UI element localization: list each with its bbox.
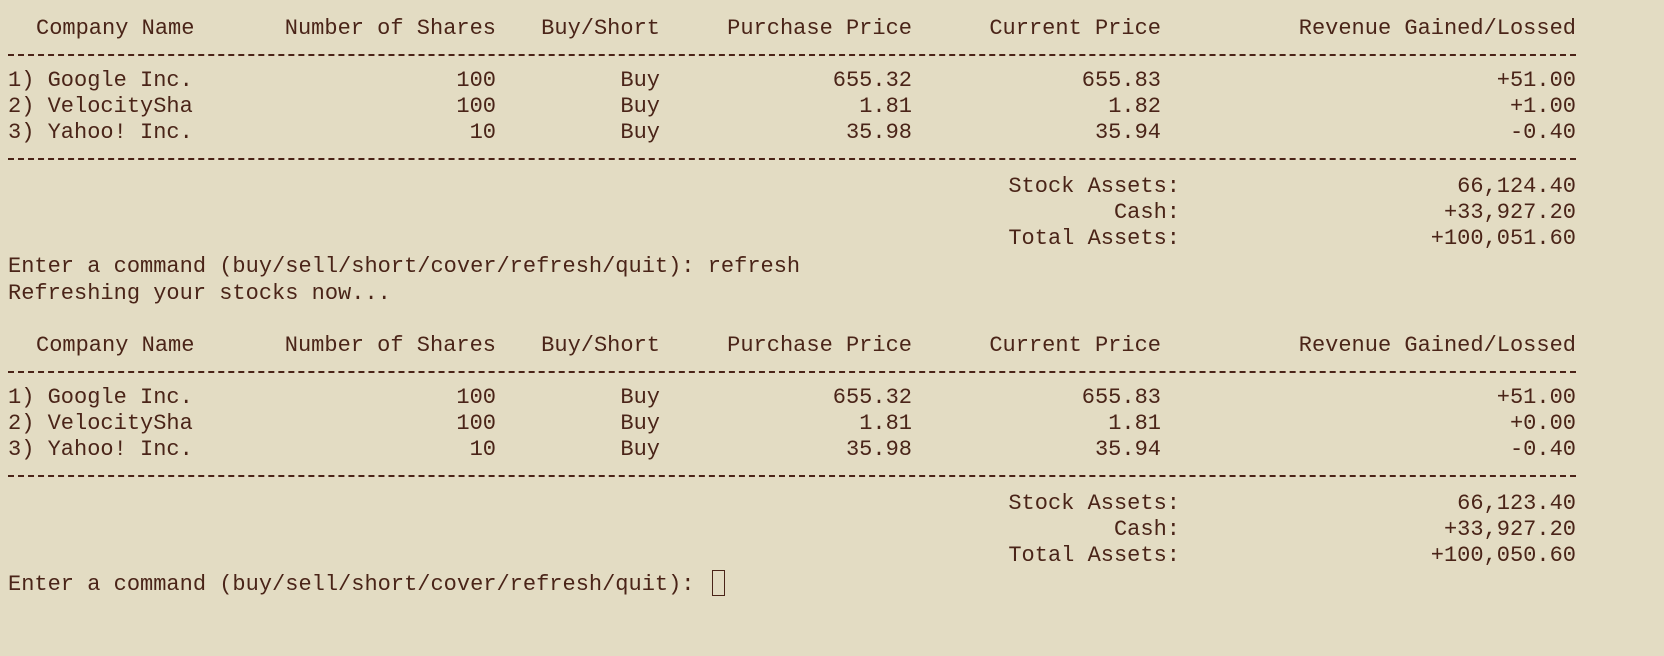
- cell-revenue: +1.00: [1509, 94, 1576, 119]
- cell-revenue: +51.00: [1496, 68, 1576, 93]
- cell-buy-short: Buy: [620, 94, 660, 119]
- summary-label-cash: Cash:: [1113, 517, 1180, 542]
- header-purchase-price: Purchase Price: [727, 333, 912, 358]
- summary-value-stock-assets: 66,124.40: [1457, 174, 1576, 199]
- summary-row: Stock Assets: 66,123.40: [0, 491, 1664, 517]
- cell-company: 2) VelocitySha: [8, 94, 193, 119]
- table-row: 3) Yahoo! Inc. 10 Buy 35.98 35.94 -0.40: [0, 437, 1664, 463]
- header-current-price: Current Price: [989, 333, 1161, 358]
- divider: [0, 463, 1664, 489]
- header-shares: Number of Shares: [284, 333, 496, 358]
- cell-current-price: 1.82: [1108, 94, 1161, 119]
- cell-purchase-price: 35.98: [845, 120, 912, 145]
- cell-current-price: 1.81: [1108, 411, 1161, 436]
- header-revenue: Revenue Gained/Lossed: [1298, 333, 1576, 358]
- cell-revenue: +0.00: [1509, 411, 1576, 436]
- header-buy-short: Buy/Short: [541, 333, 660, 358]
- cell-buy-short: Buy: [620, 411, 660, 436]
- summary-row: Stock Assets: 66,124.40: [0, 174, 1664, 200]
- cell-shares: 100: [456, 411, 496, 436]
- divider: [0, 359, 1664, 385]
- header-company: Company Name: [36, 333, 195, 358]
- summary-row: Total Assets: +100,051.60: [0, 226, 1664, 252]
- cell-current-price: 35.94: [1094, 120, 1161, 145]
- cell-company: 3) Yahoo! Inc.: [8, 437, 193, 462]
- header-revenue: Revenue Gained/Lossed: [1298, 16, 1576, 41]
- cell-buy-short: Buy: [620, 68, 660, 93]
- summary-value-cash: +33,927.20: [1443, 517, 1576, 542]
- command-prompt: Enter a command (buy/sell/short/cover/re…: [8, 254, 801, 279]
- cell-current-price: 35.94: [1094, 437, 1161, 462]
- text-cursor[interactable]: [711, 570, 725, 596]
- cell-shares: 10: [469, 120, 496, 145]
- table-row: 2) VelocitySha 100 Buy 1.81 1.81 +0.00: [0, 411, 1664, 437]
- summary-value-total-assets: +100,051.60: [1430, 226, 1576, 251]
- terminal-window: Company Name Number of Shares Buy/Short …: [0, 0, 1664, 656]
- summary-row: Cash: +33,927.20: [0, 200, 1664, 226]
- summary-label-total-assets: Total Assets:: [1008, 543, 1180, 568]
- cell-purchase-price: 655.32: [832, 68, 912, 93]
- command-line: Enter a command (buy/sell/short/cover/re…: [0, 254, 1664, 280]
- cell-purchase-price: 35.98: [845, 437, 912, 462]
- header-buy-short: Buy/Short: [541, 16, 660, 41]
- command-prompt: Enter a command (buy/sell/short/cover/re…: [8, 572, 708, 597]
- output-line: Refreshing your stocks now...: [0, 281, 1664, 307]
- cell-shares: 100: [456, 68, 496, 93]
- cell-purchase-price: 655.32: [832, 385, 912, 410]
- cell-current-price: 655.83: [1081, 385, 1161, 410]
- summary-value-cash: +33,927.20: [1443, 200, 1576, 225]
- cell-purchase-price: 1.81: [859, 94, 912, 119]
- summary-value-total-assets: +100,050.60: [1430, 543, 1576, 568]
- cell-purchase-price: 1.81: [859, 411, 912, 436]
- summary-label-stock-assets: Stock Assets:: [1008, 491, 1180, 516]
- table-header: Company Name Number of Shares Buy/Short …: [0, 333, 1664, 359]
- cell-buy-short: Buy: [620, 120, 660, 145]
- cell-company: 3) Yahoo! Inc.: [8, 120, 193, 145]
- command-line[interactable]: Enter a command (buy/sell/short/cover/re…: [0, 570, 1664, 598]
- summary-value-stock-assets: 66,123.40: [1457, 491, 1576, 516]
- summary-label-stock-assets: Stock Assets:: [1008, 174, 1180, 199]
- summary-label-cash: Cash:: [1113, 200, 1180, 225]
- refresh-message: Refreshing your stocks now...: [8, 281, 391, 306]
- cell-revenue: +51.00: [1496, 385, 1576, 410]
- summary-row: Total Assets: +100,050.60: [0, 543, 1664, 569]
- cell-buy-short: Buy: [620, 385, 660, 410]
- command-input-line[interactable]: Enter a command (buy/sell/short/cover/re…: [8, 570, 725, 598]
- header-shares: Number of Shares: [284, 16, 496, 41]
- summary-row: Cash: +33,927.20: [0, 517, 1664, 543]
- divider: [0, 42, 1664, 68]
- cell-revenue: -0.40: [1509, 437, 1576, 462]
- table-header: Company Name Number of Shares Buy/Short …: [0, 16, 1664, 42]
- cell-shares: 100: [456, 385, 496, 410]
- cell-shares: 100: [456, 94, 496, 119]
- cell-company: 1) Google Inc.: [8, 385, 193, 410]
- table-row: 2) VelocitySha 100 Buy 1.81 1.82 +1.00: [0, 94, 1664, 120]
- divider: [0, 146, 1664, 172]
- cell-buy-short: Buy: [620, 437, 660, 462]
- cell-company: 1) Google Inc.: [8, 68, 193, 93]
- header-current-price: Current Price: [989, 16, 1161, 41]
- cell-current-price: 655.83: [1081, 68, 1161, 93]
- table-row: 3) Yahoo! Inc. 10 Buy 35.98 35.94 -0.40: [0, 120, 1664, 146]
- cell-shares: 10: [469, 437, 496, 462]
- table-row: 1) Google Inc. 100 Buy 655.32 655.83 +51…: [0, 385, 1664, 411]
- table-row: 1) Google Inc. 100 Buy 655.32 655.83 +51…: [0, 68, 1664, 94]
- cell-company: 2) VelocitySha: [8, 411, 193, 436]
- header-purchase-price: Purchase Price: [727, 16, 912, 41]
- header-company: Company Name: [36, 16, 195, 41]
- cell-revenue: -0.40: [1509, 120, 1576, 145]
- summary-label-total-assets: Total Assets:: [1008, 226, 1180, 251]
